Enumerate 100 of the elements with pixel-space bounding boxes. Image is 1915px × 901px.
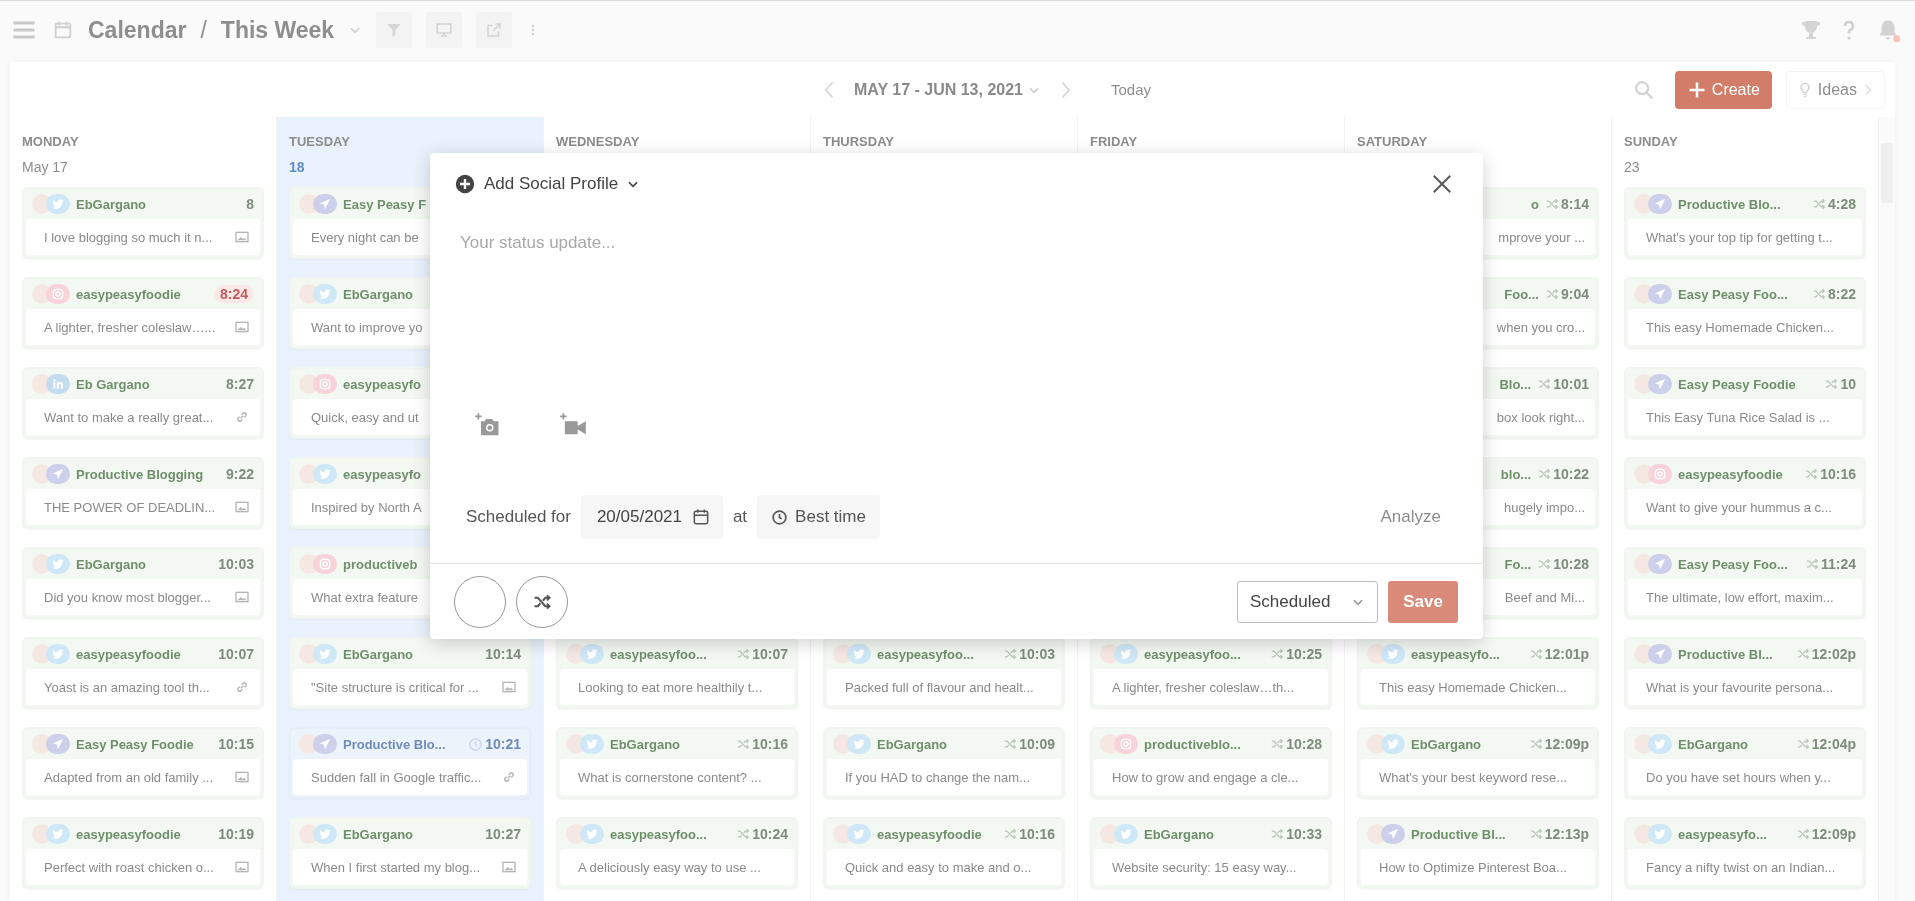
profile-name: easypeasyfoodie	[877, 826, 982, 842]
post-text: This easy Homemade Chicken...	[1646, 319, 1834, 335]
post-time: 9:22	[225, 466, 254, 482]
page-title: Calendar	[88, 16, 187, 44]
breadcrumb-separator: /	[200, 16, 207, 44]
post-text: mprove your ...	[1498, 229, 1585, 245]
profile-name: easypeasyfoo...	[1144, 646, 1241, 662]
post-text: Adapted from an old family ...	[44, 769, 214, 785]
post-time: 10:21	[485, 736, 521, 752]
post-text: Packed full of flavour and healt...	[845, 679, 1034, 695]
date-label: 18	[289, 159, 305, 175]
post-text: Do you have set hours when y...	[1646, 769, 1831, 785]
post-text: hugely impo...	[1504, 499, 1585, 515]
post-text: This Easy Tuna Rice Salad is ...	[1646, 409, 1830, 425]
post-text: Want to improve yo	[311, 319, 423, 335]
profile-name: easypeasyfoodie	[1678, 466, 1783, 482]
post-text: Want to give your hummus a c...	[1646, 499, 1832, 515]
profile-name: Productive Bl...	[1411, 826, 1506, 842]
profile-name: easypeasyfoo...	[610, 826, 707, 842]
weekday-label: MONDAY	[22, 134, 79, 149]
profile-name: easypeasyfoodie	[76, 646, 181, 662]
profile-name: Eb Gargano	[76, 376, 150, 392]
post-text: "Site structure is critical for ...	[311, 679, 479, 695]
profile-name: productiveblo...	[1144, 736, 1241, 752]
post-time: 12:13p	[1544, 826, 1589, 842]
profile-name: Easy Peasy F	[343, 196, 427, 212]
profile-name: EbGargano	[610, 736, 681, 752]
post-time: 4:28	[1827, 196, 1856, 212]
post-text: What is your favourite persona...	[1646, 679, 1834, 695]
post-text: Every night can be	[311, 229, 419, 245]
post-text: When I first started my blog...	[311, 859, 481, 875]
post-text: Fancy a nifty twist on an Indian...	[1646, 859, 1836, 875]
post-time: 8	[246, 196, 254, 212]
post-time: 10:16	[752, 736, 788, 752]
weekday-label: SUNDAY	[1624, 134, 1678, 149]
at-label: at	[732, 507, 748, 527]
post-text: Yoast is an amazing tool th...	[44, 679, 210, 695]
profile-name: easypeasyfo...	[1411, 646, 1500, 662]
profile-name: easypeasyfoo...	[877, 646, 974, 662]
profile-name: Productive Blo...	[343, 736, 446, 752]
post-text: Did you know most blogger...	[44, 589, 211, 605]
profile-name: EbGargano	[1678, 736, 1749, 752]
profile-name: Blo...	[1499, 376, 1532, 392]
profile-name: Foo...	[1504, 286, 1539, 302]
post-time: 12:02p	[1811, 646, 1856, 662]
post-text: THE POWER OF DEADLIN...	[44, 499, 216, 515]
post-time: 8:27	[225, 376, 254, 392]
post-text: Sudden fall in Google traffic...	[311, 769, 482, 785]
profile-name: Productive Blo...	[1678, 196, 1781, 212]
post-time: 10:27	[485, 826, 521, 842]
post-time: 12:01p	[1544, 646, 1589, 662]
weekday-label: FRIDAY	[1090, 134, 1138, 149]
profile-name: easypeasyfoodie	[76, 286, 181, 302]
post-text: Want to make a really great...	[44, 409, 214, 425]
post-time: 10:28	[1286, 736, 1322, 752]
post-time: 11:24	[1820, 556, 1856, 572]
post-text: A lighter, fresher coleslaw…th...	[1112, 679, 1295, 695]
profile-name: Easy Peasy Foodie	[1678, 376, 1796, 392]
profile-name: EbGargano	[877, 736, 948, 752]
post-time: 10:01	[1553, 376, 1589, 392]
profile-name: EbGargano	[1411, 736, 1482, 752]
post-text: Quick, easy and ut	[311, 409, 419, 425]
post-time: 10:25	[1286, 646, 1322, 662]
profile-name: o	[1531, 196, 1539, 212]
weekday-label: SATURDAY	[1357, 134, 1428, 149]
post-time: 10:09	[1019, 736, 1055, 752]
post-time: 10:07	[752, 646, 788, 662]
post-time: 10:03	[1019, 646, 1055, 662]
post-time: 10:15	[218, 736, 254, 752]
post-text: This easy Homemade Chicken...	[1379, 679, 1567, 695]
profile-name: EbGargano	[76, 556, 147, 572]
post-time: 10:19	[218, 826, 254, 842]
profile-name: easypeasyfoodie	[76, 826, 181, 842]
post-text: How to grow and engage a cle...	[1112, 769, 1299, 785]
weekday-label: THURSDAY	[823, 134, 895, 149]
date-label: 23	[1624, 159, 1640, 175]
post-time: 9:04	[1560, 286, 1589, 302]
post-time: 10:22	[1553, 466, 1589, 482]
profile-name: Easy Peasy Foo...	[1678, 556, 1788, 572]
post-time: 8:14	[1560, 196, 1589, 212]
profile-name: EbGargano	[76, 196, 147, 212]
profile-name: productiveb	[343, 556, 418, 572]
post-text: Looking to eat more healthily t...	[578, 679, 763, 695]
view-title: This Week	[220, 16, 335, 44]
post-time: 10:33	[1286, 826, 1322, 842]
date-label: May 17	[22, 159, 68, 175]
profile-name: Productive Blogging	[76, 466, 204, 482]
post-text: Beef and Mi...	[1504, 589, 1585, 605]
post-time: 8:22	[1827, 286, 1856, 302]
post-text: What's your best keyword rese...	[1379, 769, 1568, 785]
profile-name: EbGargano	[1144, 826, 1215, 842]
weekday-label: TUESDAY	[289, 134, 350, 149]
post-time: 10:28	[1553, 556, 1589, 572]
profile-name: Easy Peasy Foo...	[1678, 286, 1788, 302]
post-time: 8:24	[213, 285, 254, 303]
post-text: If you HAD to change the nam...	[845, 769, 1030, 785]
post-text: What extra feature	[311, 589, 418, 605]
post-text: The ultimate, low effort, maxim...	[1646, 589, 1834, 605]
post-time: 10:03	[218, 556, 254, 572]
profile-name: EbGargano	[343, 646, 414, 662]
